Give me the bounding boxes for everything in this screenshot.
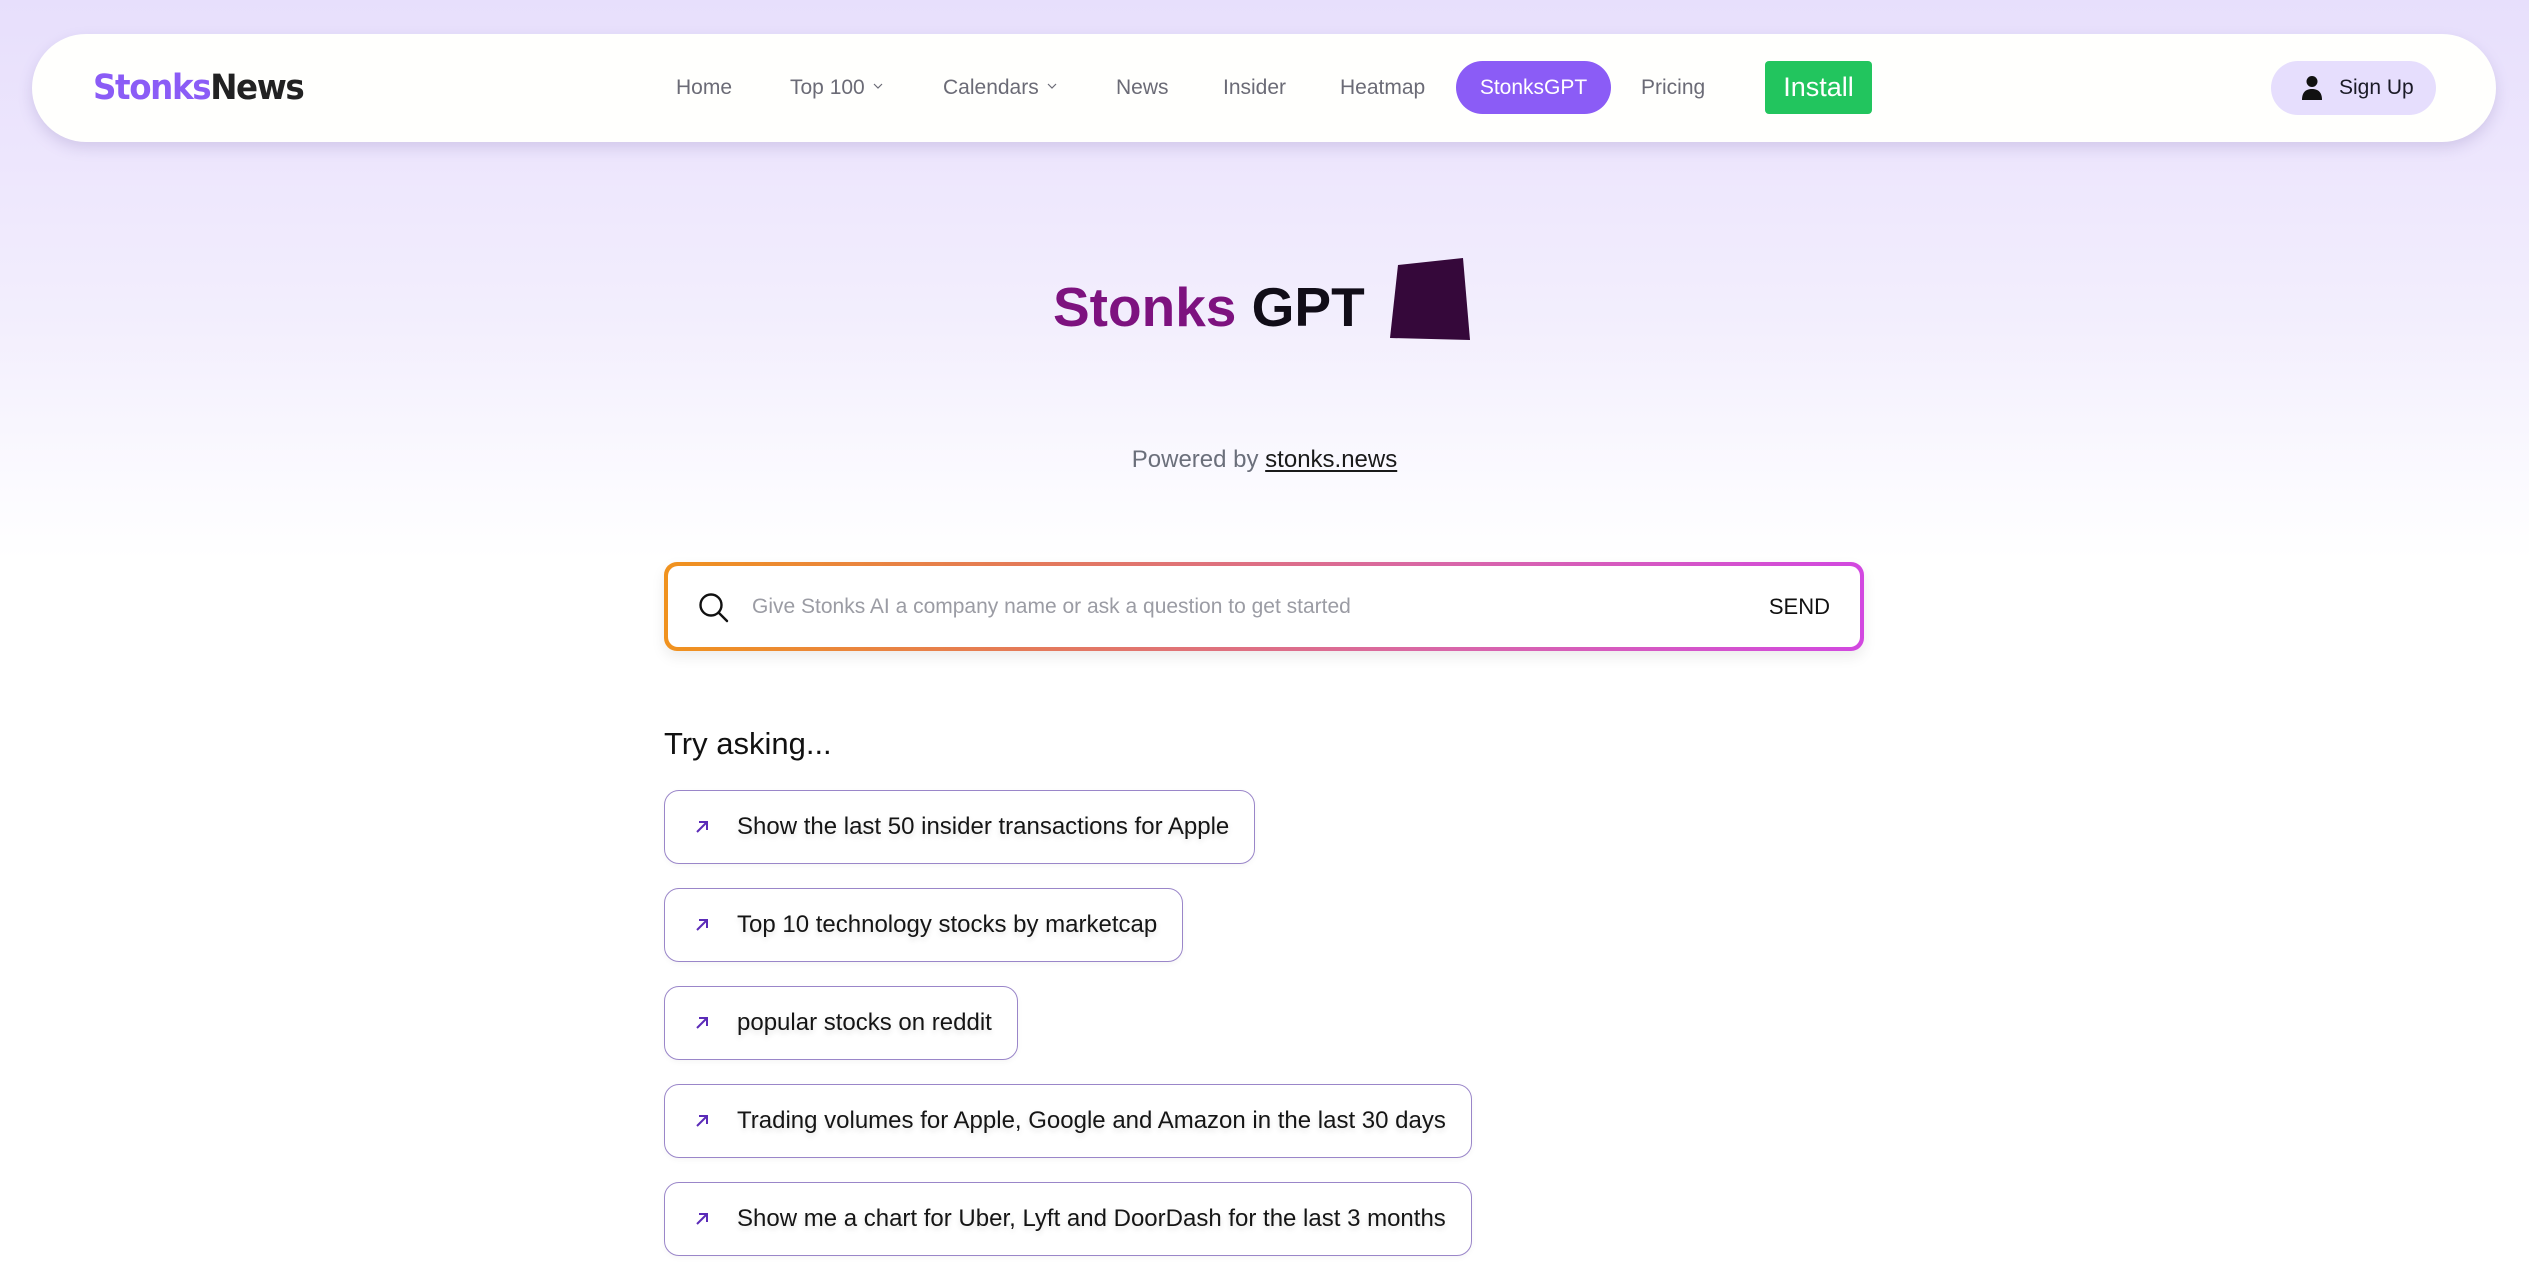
suggestion-chip[interactable]: Show me a chart for Uber, Lyft and DoorD… <box>664 1182 1472 1256</box>
sign-up-button[interactable]: Sign Up <box>2271 61 2436 115</box>
logo-part-stonks: Stonks <box>93 68 212 108</box>
navbar: StonksNews Home Top 100 Calendars News I… <box>32 34 2496 142</box>
suggestion-chip[interactable]: popular stocks on reddit <box>664 986 1018 1060</box>
suggestion-chip[interactable]: Trading volumes for Apple, Google and Am… <box>664 1084 1472 1158</box>
search-input[interactable] <box>752 580 1652 634</box>
nav-news[interactable]: News <box>1116 61 1169 115</box>
suggestion-text: Show me a chart for Uber, Lyft and DoorD… <box>737 1205 1446 1232</box>
site-logo[interactable]: StonksNews <box>93 64 305 112</box>
nav-top-100[interactable]: Top 100 <box>790 61 883 115</box>
nav-top-100-label: Top 100 <box>790 76 865 99</box>
nav-home[interactable]: Home <box>676 61 732 115</box>
powered-by-link[interactable]: stonks.news <box>1265 446 1397 473</box>
nav-home-label: Home <box>676 76 733 99</box>
try-asking-heading: Try asking... <box>664 726 832 761</box>
nav-news-label: News <box>1116 76 1169 99</box>
suggestion-text: Show the last 50 insider transactions fo… <box>737 813 1230 840</box>
nav-stonksgpt-active[interactable]: StonksGPT <box>1456 61 1611 114</box>
chevron-down-icon <box>873 83 883 89</box>
suggestion-text: Top 10 technology stocks by marketcap <box>737 911 1158 938</box>
arrow-up-right-icon <box>696 1017 708 1029</box>
nav-insider[interactable]: Insider <box>1223 61 1286 115</box>
install-button[interactable]: Install <box>1765 61 1872 114</box>
cube-logo-icon <box>1390 258 1470 340</box>
suggestion-text: popular stocks on reddit <box>737 1009 992 1036</box>
nav-insider-label: Insider <box>1223 76 1287 99</box>
arrow-up-right-icon <box>696 919 708 931</box>
send-button[interactable]: SEND <box>1769 580 1830 634</box>
page-title: Stonks GPT <box>0 258 2529 347</box>
powered-by-prefix: Powered by <box>1131 446 1259 473</box>
nav-pricing-label: Pricing <box>1641 76 1706 99</box>
nav-calendars[interactable]: Calendars <box>943 61 1057 115</box>
search-bar: SEND <box>664 562 1864 651</box>
nav-stonksgpt-label: StonksGPT <box>1479 76 1588 99</box>
sign-up-label: Sign Up <box>2339 76 2414 99</box>
title-stonks: Stonks <box>1053 276 1237 338</box>
title-gpt: GPT <box>1251 276 1365 338</box>
suggestion-chip[interactable]: Top 10 technology stocks by marketcap <box>664 888 1184 962</box>
install-button-label: Install <box>1783 72 1854 102</box>
user-icon <box>2302 76 2322 100</box>
search-icon <box>699 593 729 623</box>
nav-calendars-label: Calendars <box>943 76 1039 99</box>
nav-heatmap[interactable]: Heatmap <box>1340 61 1425 115</box>
nav-pricing[interactable]: Pricing <box>1641 61 1705 115</box>
chevron-down-icon <box>1047 83 1057 89</box>
powered-by: Powered by stonks.news <box>0 444 2529 476</box>
arrow-up-right-icon <box>696 1115 708 1127</box>
nav-heatmap-label: Heatmap <box>1340 76 1426 99</box>
logo-part-news: News <box>210 68 305 108</box>
suggestion-text: Trading volumes for Apple, Google and Am… <box>737 1107 1446 1134</box>
arrow-up-right-icon <box>696 821 708 833</box>
suggestion-chip[interactable]: Show the last 50 insider transactions fo… <box>664 790 1256 864</box>
arrow-up-right-icon <box>696 1213 708 1225</box>
search-bar-inner: SEND <box>668 566 1860 647</box>
